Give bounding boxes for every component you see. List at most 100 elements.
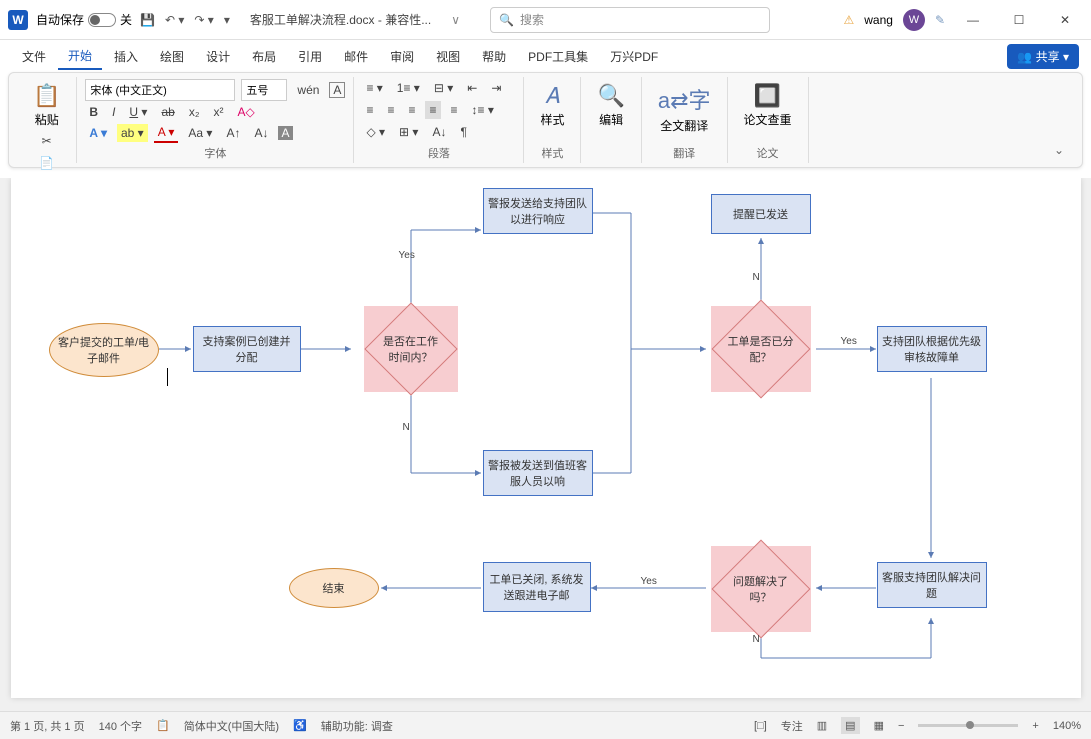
numbering-icon[interactable]: 1≡ ▾ [393,79,424,97]
italic-button[interactable]: I [108,103,119,121]
word-count[interactable]: 140 个字 [99,718,142,734]
page-count[interactable]: 第 1 页, 共 1 页 [10,718,85,734]
text-effects-icon[interactable]: A ▾ [85,124,111,142]
subscript-button[interactable]: x₂ [185,103,204,121]
node-end[interactable]: 结束 [289,568,379,608]
shading-icon[interactable]: ◇ ▾ [362,123,389,141]
focus-icon[interactable]: [□] [754,720,767,732]
node-create[interactable]: 支持案例已创建并分配 [193,326,301,372]
phonetic-guide-icon[interactable]: wén [293,81,323,99]
change-case-icon[interactable]: Aa ▾ [184,124,216,142]
web-layout-icon[interactable]: ▦ [874,719,884,732]
increase-indent-icon[interactable]: ⇥ [487,79,505,97]
multilevel-icon[interactable]: ⊟ ▾ [430,79,457,97]
tab-home[interactable]: 开始 [58,43,102,70]
node-resolve[interactable]: 客服支持团队解决问题 [877,562,987,608]
justify-icon[interactable]: ≡ [425,101,440,119]
decrease-indent-icon[interactable]: ⇤ [463,79,481,97]
styles-button[interactable]: 𝐴 样式 [532,79,572,132]
share-button[interactable]: 👥 共享 ▾ [1007,44,1079,69]
node-review[interactable]: 支持团队根据优先级审核故障单 [877,326,987,372]
node-decision-assigned[interactable]: 工单是否已分配？ [711,306,811,392]
a11y-status[interactable]: 辅助功能: 调查 [321,718,393,734]
editing-button[interactable]: 🔍 编辑 [589,79,632,132]
maximize-button[interactable]: ☐ [1001,6,1037,34]
print-layout-icon[interactable]: ▤ [841,717,859,734]
font-color-button[interactable]: A ▾ [154,123,179,143]
autosave-label: 自动保存 [36,11,84,28]
tab-review[interactable]: 审阅 [380,44,424,69]
character-border-icon[interactable]: A [329,82,345,98]
node-reminder[interactable]: 提醒已发送 [711,194,811,234]
bold-button[interactable]: B [85,103,102,121]
tab-layout[interactable]: 布局 [242,44,286,69]
clear-format-icon[interactable]: A◇ [233,103,258,121]
paste-button[interactable]: 📋 粘贴 [25,79,68,132]
node-decision-hours[interactable]: 是否在工作时间内？ [364,306,458,392]
node-decision-solved[interactable]: 问题解决了吗？ [711,546,811,632]
dedup-button[interactable]: 🔲 论文查重 [736,79,800,132]
tab-help[interactable]: 帮助 [472,44,516,69]
collapse-ribbon-icon[interactable]: ⌄ [1044,77,1074,163]
align-center-icon[interactable]: ≡ [383,101,398,119]
enclose-char-icon[interactable]: A [278,126,292,140]
focus-mode[interactable]: 专注 [781,718,803,734]
zoom-level[interactable]: 140% [1053,720,1081,732]
pen-icon[interactable]: ✎ [935,13,945,27]
underline-button[interactable]: U ▾ [125,103,151,121]
save-icon[interactable]: 💾 [140,13,155,27]
grow-font-icon[interactable]: A↑ [222,124,244,142]
font-name-select[interactable] [85,79,235,101]
copy-icon[interactable]: 📄 [35,154,58,172]
language-status[interactable]: 简体中文(中国大陆) [184,718,279,734]
font-size-select[interactable] [241,79,287,101]
read-mode-icon[interactable]: ▥ [817,719,827,732]
close-button[interactable]: ✕ [1047,6,1083,34]
text-predict-icon[interactable]: 📋 [156,719,170,732]
tab-draw[interactable]: 绘图 [150,44,194,69]
strikethrough-button[interactable]: ab [157,103,178,121]
distribute-icon[interactable]: ≡ [447,101,462,119]
avatar[interactable]: W [903,9,925,31]
shrink-font-icon[interactable]: A↓ [250,124,272,142]
redo-icon[interactable]: ↷ ▾ [194,13,213,27]
sort-icon[interactable]: A↓ [428,123,450,141]
align-left-icon[interactable]: ≡ [362,101,377,119]
styles-label: 样式 [532,145,572,161]
tab-pdf-tools[interactable]: PDF工具集 [518,44,598,69]
borders-icon[interactable]: ⊞ ▾ [395,123,422,141]
zoom-in-icon[interactable]: + [1032,720,1038,732]
warning-icon[interactable]: ⚠ [843,13,854,27]
line-spacing-icon[interactable]: ↕≡ ▾ [468,101,498,119]
node-alert-oncall[interactable]: 警报被发送到值班客服人员以响 [483,450,593,496]
bullets-icon[interactable]: ≡ ▾ [362,79,386,97]
search-box[interactable]: 🔍 搜索 [490,7,770,33]
highlight-button[interactable]: ab ▾ [117,124,148,142]
title-dropdown-icon[interactable]: ∨ [451,13,460,27]
tab-insert[interactable]: 插入 [104,44,148,69]
tab-mailings[interactable]: 邮件 [334,44,378,69]
tab-file[interactable]: 文件 [12,44,56,69]
superscript-button[interactable]: x² [209,103,227,121]
document-area[interactable]: 客户提交的工单/电子邮件 支持案例已创建并分配 是否在工作时间内？ 警报发送给支… [0,178,1091,711]
node-close[interactable]: 工单已关闭, 系统发送跟进电子邮 [483,562,591,612]
toggle-switch[interactable] [88,13,116,27]
tab-design[interactable]: 设计 [196,44,240,69]
zoom-out-icon[interactable]: − [898,720,904,732]
autosave-toggle[interactable]: 自动保存 关 [36,11,132,28]
node-alert-team[interactable]: 警报发送给支持团队以进行响应 [483,188,593,234]
tab-wanxing-pdf[interactable]: 万兴PDF [600,44,668,69]
zoom-slider[interactable] [918,724,1018,727]
node-start[interactable]: 客户提交的工单/电子邮件 [49,323,159,377]
undo-icon[interactable]: ↶ ▾ [165,13,184,27]
a11y-icon[interactable]: ♿ [293,719,307,732]
cut-icon[interactable]: ✂ [38,132,56,150]
label-no-3: N [753,634,760,645]
tab-view[interactable]: 视图 [426,44,470,69]
show-marks-icon[interactable]: ¶ [456,123,470,141]
tab-references[interactable]: 引用 [288,44,332,69]
translate-button[interactable]: a⇄字 全文翻译 [650,79,719,138]
align-right-icon[interactable]: ≡ [404,101,419,119]
qat-more-icon[interactable]: ▾ [224,13,230,27]
minimize-button[interactable]: — [955,6,991,34]
